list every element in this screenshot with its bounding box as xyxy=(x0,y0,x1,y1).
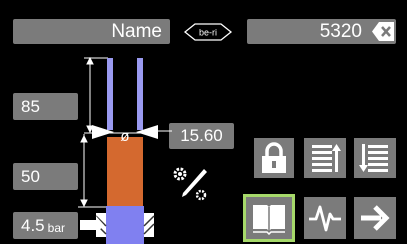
book-button[interactable] xyxy=(243,194,295,242)
clamp-block xyxy=(106,206,144,244)
list-sort-up-icon xyxy=(312,144,341,172)
workpiece xyxy=(107,137,143,206)
lock-button[interactable] xyxy=(254,138,294,178)
next-button[interactable] xyxy=(354,197,396,239)
tool-settings-button[interactable] xyxy=(171,163,211,203)
tube-right xyxy=(137,58,143,130)
diameter-symbol: ø xyxy=(120,128,129,145)
sort-up-button[interactable] xyxy=(304,138,346,178)
arrow-right-icon xyxy=(361,205,390,231)
clamp-left-jaw xyxy=(80,213,107,237)
lock-icon xyxy=(262,142,286,173)
tube-left xyxy=(107,58,113,130)
waveform-icon xyxy=(309,205,341,232)
sort-down-button[interactable] xyxy=(354,138,396,178)
list-sort-down-icon xyxy=(359,144,388,172)
waveform-button[interactable] xyxy=(304,197,346,239)
clamp-right-jaw xyxy=(143,213,155,237)
tool-settings-icon xyxy=(173,167,207,201)
book-icon xyxy=(253,205,285,235)
